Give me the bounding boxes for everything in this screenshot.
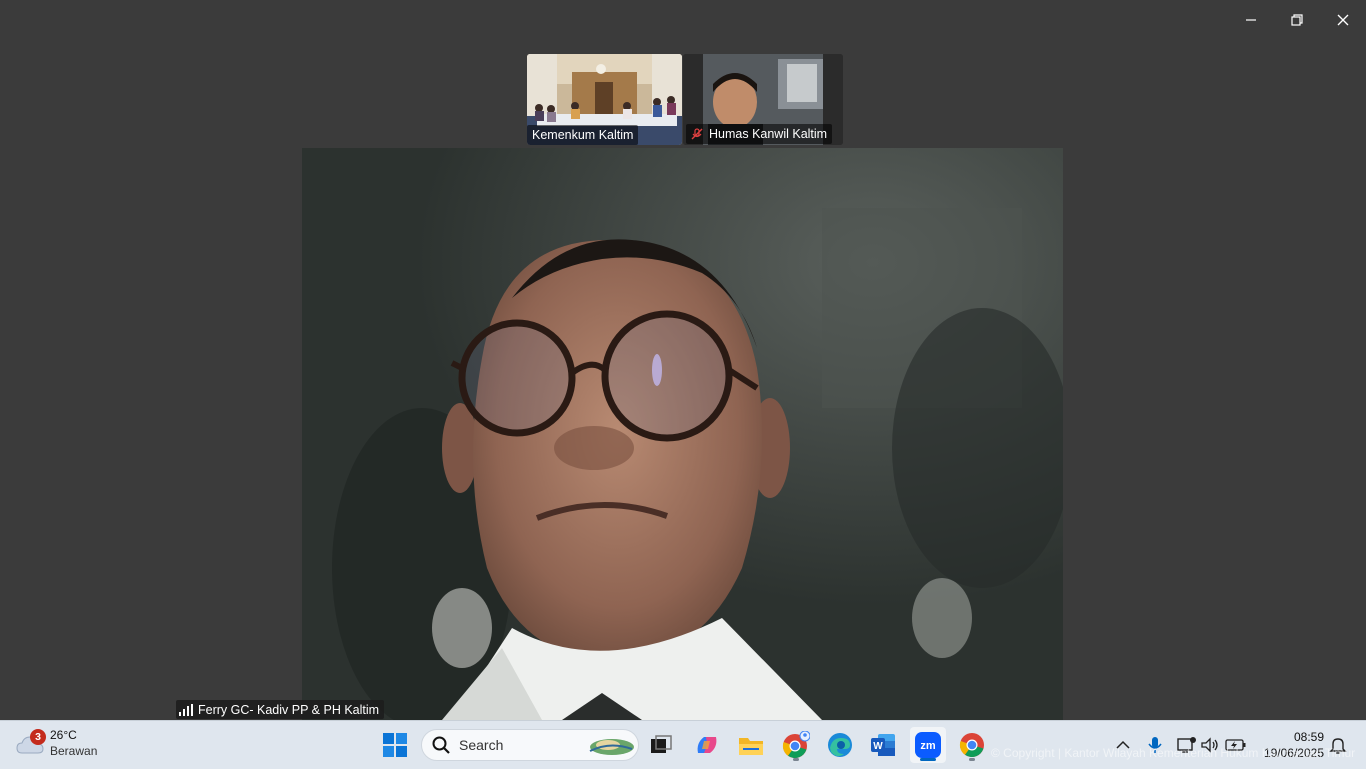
restore-button[interactable] (1274, 0, 1320, 40)
running-indicator (793, 758, 799, 761)
svg-text:W: W (873, 741, 883, 752)
close-icon (1337, 14, 1349, 26)
active-speaker-name-tag: Ferry GC- Kadiv PP & PH Kaltim (176, 700, 385, 719)
chrome-button[interactable] (954, 727, 990, 763)
file-explorer-button[interactable] (733, 727, 769, 763)
search-placeholder: Search (459, 737, 504, 753)
windows-logo-icon (383, 733, 407, 757)
zoom-icon: zm (915, 732, 941, 758)
svg-text:zm: zm (920, 740, 936, 752)
weather-badge: 3 (30, 729, 46, 745)
participant-name: Humas Kanwil Kaltim (709, 127, 828, 141)
weather-condition: Berawan (50, 744, 98, 758)
restore-icon (1291, 14, 1303, 26)
folder-icon (739, 738, 763, 755)
weather-temperature: 26°C (50, 728, 77, 742)
cloud-icon: 3 (16, 729, 46, 759)
close-button[interactable] (1320, 0, 1366, 40)
signal-strength-icon (179, 703, 193, 716)
active-speaker-video[interactable] (302, 148, 1063, 720)
active-speaker-name: Ferry GC- Kadiv PP & PH Kaltim (198, 702, 380, 717)
search-icon (432, 736, 450, 754)
edge-button[interactable] (822, 727, 858, 763)
edge-icon (828, 733, 852, 757)
word-icon: W (871, 734, 895, 756)
chrome-profile-button[interactable] (778, 727, 814, 763)
search-highlight-icon (589, 739, 634, 755)
participant-name-label: Kemenkum Kaltim (527, 125, 639, 145)
word-button[interactable]: W (865, 727, 901, 763)
clock-time: 08:59 (1293, 730, 1324, 744)
mic-muted-icon (691, 128, 703, 140)
participant-name-label-humas: Humas Kanwil Kaltim (686, 124, 833, 144)
participant-thumbnail-humas[interactable]: Humas Kanwil Kaltim (683, 54, 843, 145)
start-button[interactable] (377, 727, 413, 763)
weather-widget[interactable]: 3 26°C Berawan (16, 727, 97, 759)
task-view-icon (651, 735, 672, 753)
minimize-button[interactable] (1228, 0, 1274, 40)
copilot-icon (697, 737, 717, 753)
active-app-indicator (920, 758, 936, 761)
participant-thumbnail-kemenkum[interactable]: Kemenkum Kaltim (527, 54, 682, 145)
chrome-icon (959, 733, 984, 757)
chrome-icon (782, 731, 810, 758)
task-view-button[interactable] (643, 727, 679, 763)
taskbar: 3 26°C Berawan Search W zm 08:59 19/06/2… (0, 720, 1366, 769)
running-indicator (969, 758, 975, 761)
taskbar-search-box[interactable]: Search (421, 729, 639, 761)
zoom-button[interactable]: zm (910, 727, 946, 763)
minimize-icon (1246, 19, 1256, 21)
copilot-button[interactable] (689, 727, 725, 763)
copyright-watermark: © Copyright | Kantor Wilayah Kementerian… (991, 746, 1356, 760)
speaker-video-frame (302, 148, 1063, 720)
